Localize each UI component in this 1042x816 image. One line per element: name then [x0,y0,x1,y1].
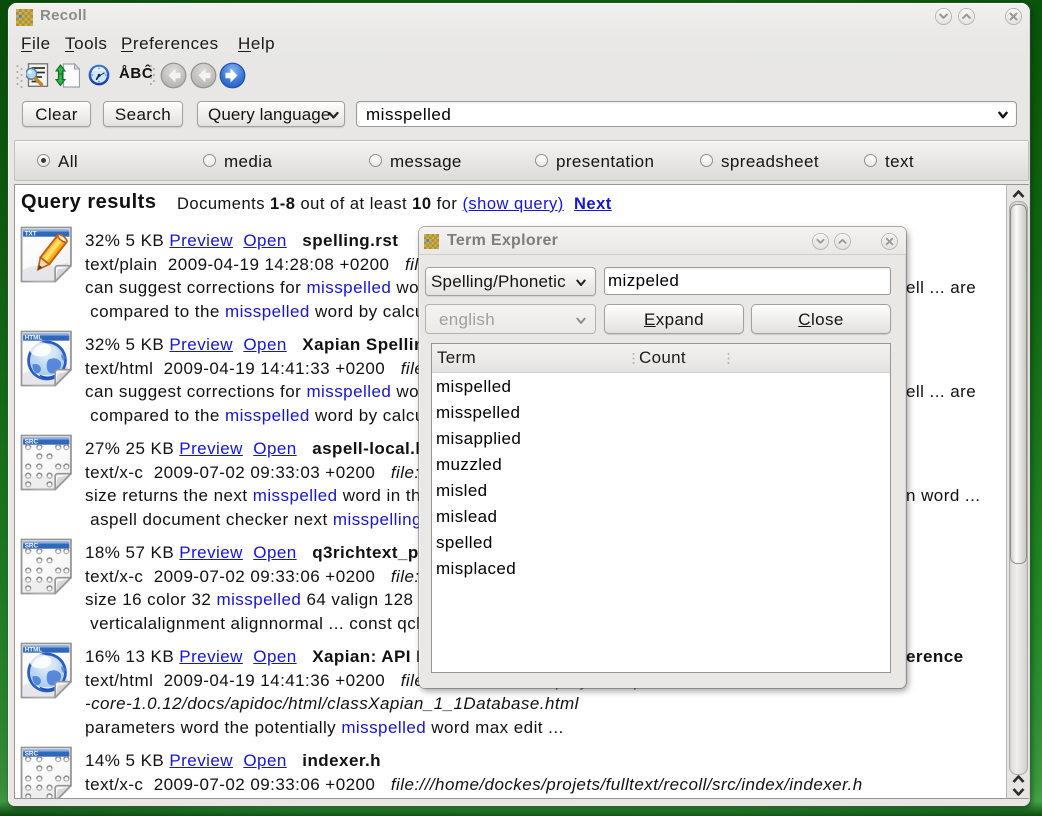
svg-text:TXT: TXT [25,231,37,238]
svg-text:HTML: HTML [25,335,43,342]
svg-text:HTML: HTML [25,647,43,654]
